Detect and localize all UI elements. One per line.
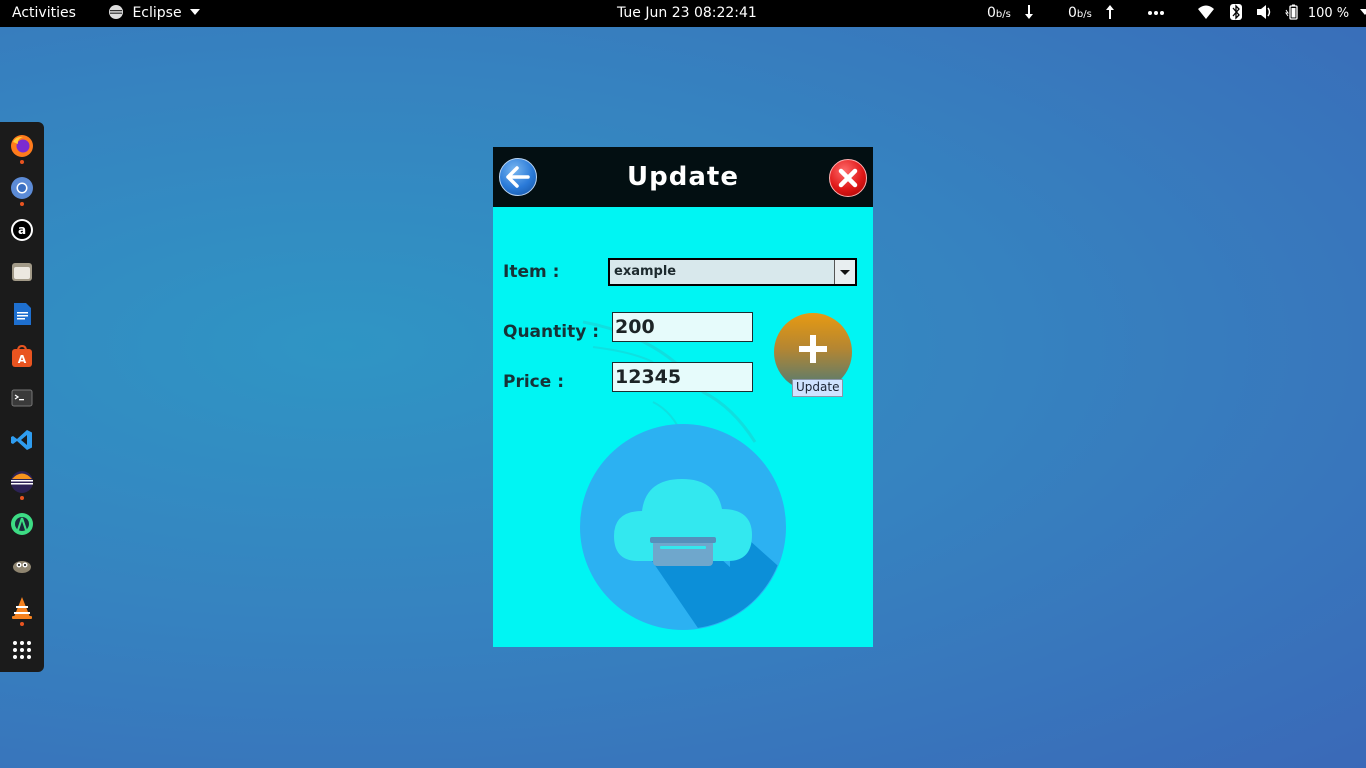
chromium-icon[interactable] [10,176,34,200]
eclipse-icon[interactable] [10,470,34,494]
window-title: Update [627,162,739,192]
close-icon [838,168,858,188]
arrow-down-icon [1024,0,1034,27]
net-down-unit: b/s [995,9,1011,20]
update-window: Update Item : example Quantity : 200 Pri… [493,147,873,647]
running-indicator [20,160,24,164]
amazon-icon[interactable]: a [10,218,34,242]
title-bar: Update [493,147,873,207]
chevron-down-icon [190,9,201,15]
running-indicator [20,496,24,500]
wifi-icon [1198,5,1214,19]
battery-icon [1285,4,1299,20]
activities-button[interactable]: Activities [12,0,76,27]
chevron-down-icon [840,270,850,275]
app-menu[interactable]: Eclipse [108,0,201,27]
chevron-down-icon [1359,9,1366,15]
android-studio-icon[interactable] [10,512,34,536]
close-button[interactable] [829,159,867,197]
running-indicator [20,202,24,206]
writer-icon[interactable] [10,302,34,326]
files-icon[interactable] [10,260,34,284]
item-label: Item : [503,262,560,282]
net-up-speed[interactable]: 0b/s [1068,0,1092,27]
item-dropdown[interactable]: example [608,258,857,286]
battery-percentage: 100 % [1307,6,1350,21]
system-status-area[interactable]: 100 % [1198,0,1366,27]
price-input[interactable]: 12345 [612,362,753,392]
volume-icon [1256,5,1271,19]
price-label: Price : [503,372,564,392]
eclipse-small-icon [109,5,123,19]
net-up-value: 0 [1068,5,1077,21]
dropdown-arrow-button[interactable] [834,260,855,284]
vscode-icon[interactable] [10,428,34,452]
clock[interactable]: Tue Jun 23 08:22:41 [617,0,757,27]
app-name: Eclipse [132,5,182,21]
top-bar: Activities Eclipse Tue Jun 23 08:22:41 0… [0,0,1366,27]
show-apps-icon[interactable] [10,638,34,662]
firefox-icon[interactable] [10,134,34,158]
item-dropdown-value: example [614,264,677,279]
net-down-value: 0 [987,5,996,21]
vlc-icon[interactable] [10,596,34,620]
terminal-icon[interactable] [10,386,34,410]
back-button[interactable] [499,158,537,196]
gimp-icon[interactable] [10,554,34,578]
net-down-speed[interactable]: 0b/s [987,0,1011,27]
more-icon[interactable] [1148,0,1164,27]
bluetooth-icon [1230,4,1243,20]
arrow-up-icon [1105,0,1115,27]
svg-text:A: A [18,353,27,366]
app-center-icon[interactable]: A [10,344,34,368]
dock: a A [0,122,44,672]
update-tooltip: Update [792,379,844,397]
quantity-input[interactable]: 200 [612,312,753,342]
svg-text:a: a [18,223,26,237]
running-indicator [20,622,24,626]
arrow-left-icon [506,166,530,188]
net-up-unit: b/s [1076,9,1092,20]
quantity-label: Quantity : [503,322,600,342]
cloud-storage-icon [580,424,786,630]
